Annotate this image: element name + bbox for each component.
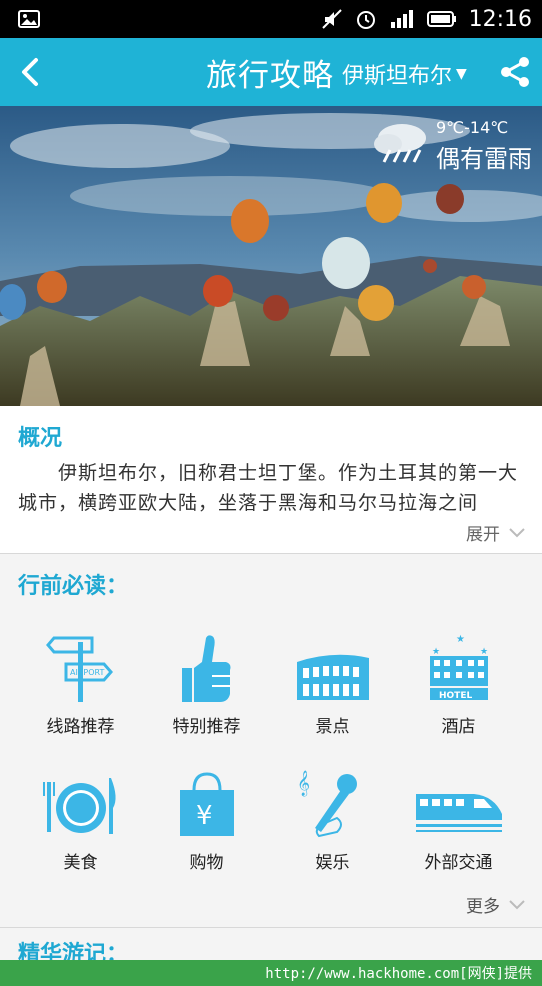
expand-label: 展开 (466, 525, 500, 545)
colosseum-icon (296, 654, 369, 700)
header-bar: 旅行攻略 伊斯坦布尔 ▼ (0, 38, 542, 106)
svg-text:★: ★ (456, 634, 465, 645)
category-special[interactable]: 特别推荐 (139, 632, 274, 737)
city-dropdown[interactable]: 伊斯坦布尔 ▼ (342, 58, 467, 90)
pre-trip-title: 行前必读： (18, 574, 129, 599)
thunderstorm-cloud-icon (374, 124, 426, 163)
caret-down-icon: ▼ (456, 66, 467, 82)
shopping-bag-icon: ¥ (179, 772, 234, 836)
signal-icon (390, 10, 413, 28)
svg-text:HOTEL: HOTEL (439, 691, 472, 701)
chevron-down-icon (509, 899, 525, 909)
pre-trip-section: 行前必读： AIRPORT 线路推荐 特别推荐 景点 ★ ★ ★ HOTEL 酒… (0, 556, 542, 928)
watermark-bar: http://www.hackhome.com[网侠]提供 (0, 960, 542, 986)
overview-section: 概况 伊斯坦布尔，旧称君士坦丁堡。作为土耳其的第一大城市，横跨亚欧大陆，坐落于黑… (0, 406, 542, 554)
category-transport[interactable]: 外部交通 (391, 768, 526, 873)
category-label: 线路推荐 (46, 717, 115, 737)
svg-text:★: ★ (480, 647, 488, 657)
overview-text: 伊斯坦布尔，旧称君士坦丁堡。作为土耳其的第一大城市，横跨亚欧大陆，坐落于黑海和马… (18, 462, 519, 514)
weather-widget: 9℃-14℃ 偶有雷雨 (370, 118, 532, 174)
category-entertainment[interactable]: 𝄞 娱乐 (265, 768, 400, 873)
category-label: 娱乐 (315, 853, 350, 873)
category-food[interactable]: 美食 (13, 768, 148, 873)
category-route[interactable]: AIRPORT 线路推荐 (13, 632, 148, 737)
page-title: 旅行攻略 (206, 58, 334, 94)
thumbs-up-icon (181, 635, 230, 702)
overview-title: 概况 (18, 426, 63, 451)
svg-text:𝄞: 𝄞 (297, 770, 310, 796)
battery-icon (426, 11, 456, 27)
image-notification-icon (18, 10, 40, 28)
back-arrow-icon[interactable] (14, 54, 48, 90)
category-label: 外部交通 (424, 853, 493, 873)
svg-text:¥: ¥ (196, 801, 213, 831)
category-sights[interactable]: 景点 (265, 632, 400, 737)
category-hotel[interactable]: ★ ★ ★ HOTEL 酒店 (391, 632, 526, 737)
svg-text:★: ★ (432, 647, 440, 657)
temperature-range: 9℃-14℃ (436, 118, 509, 137)
status-time: 12:16 (468, 6, 532, 32)
more-button[interactable]: 更多 (466, 892, 526, 917)
category-label: 景点 (315, 717, 350, 737)
category-label: 购物 (189, 853, 224, 873)
category-label: 美食 (63, 853, 98, 873)
watermark-text: http://www.hackhome.com[网侠]提供 (265, 966, 532, 982)
category-label: 酒店 (441, 717, 476, 737)
train-icon (415, 794, 502, 832)
expand-button[interactable]: 展开 (466, 520, 526, 545)
alarm-icon (356, 11, 375, 29)
microphone-icon: 𝄞 (297, 770, 357, 838)
signpost-icon: AIRPORT (45, 636, 113, 702)
status-bar: 12:16 (0, 0, 542, 38)
weather-description: 偶有雷雨 (436, 145, 532, 173)
share-icon[interactable] (498, 55, 532, 89)
more-label: 更多 (466, 897, 500, 917)
hotel-icon: ★ ★ ★ HOTEL (429, 634, 488, 701)
city-name: 伊斯坦布尔 (342, 64, 453, 89)
category-shopping[interactable]: ¥ 购物 (139, 768, 274, 873)
hero-image: 9℃-14℃ 偶有雷雨 (0, 106, 542, 406)
mute-icon (321, 9, 342, 29)
svg-text:AIRPORT: AIRPORT (70, 668, 104, 677)
category-label: 特别推荐 (172, 717, 241, 737)
dining-icon (42, 778, 116, 834)
chevron-down-icon (509, 527, 525, 537)
